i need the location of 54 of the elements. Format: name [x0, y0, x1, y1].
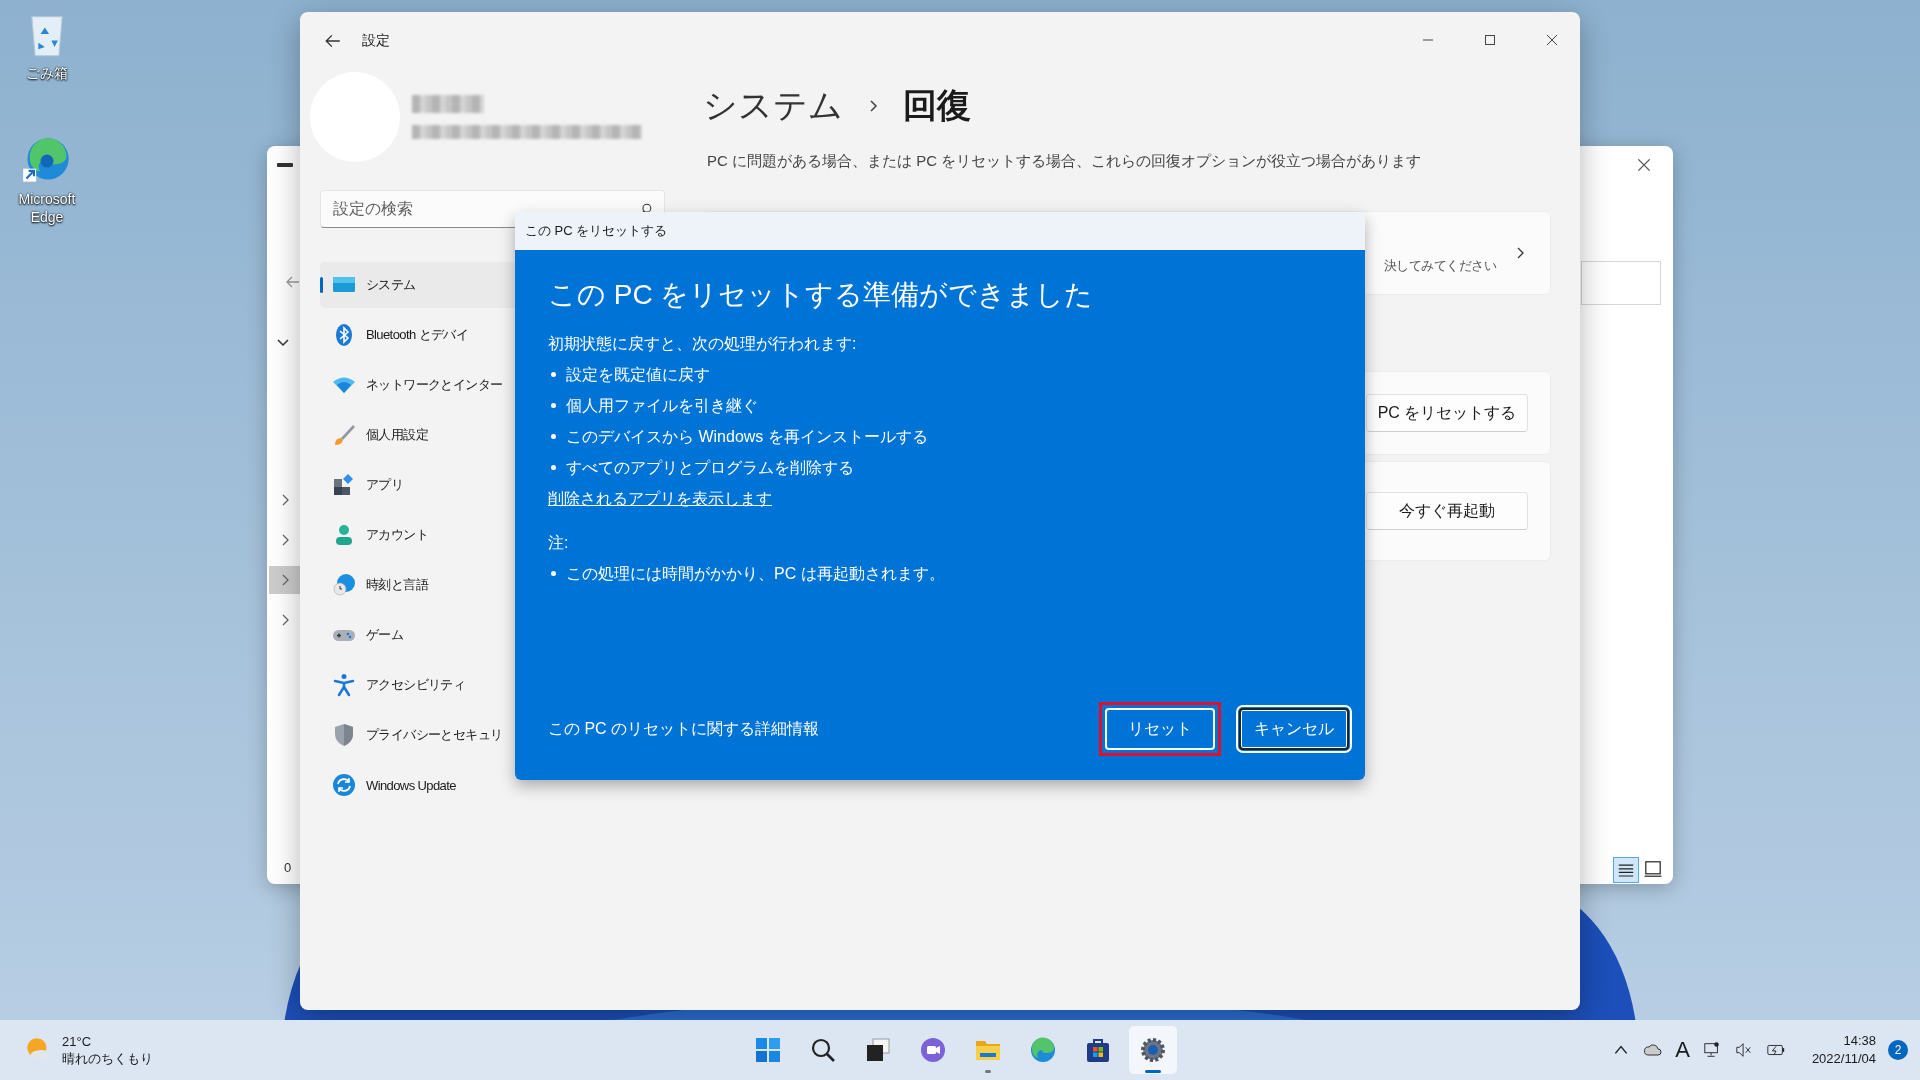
- personalize-icon: [332, 423, 356, 447]
- page-description: PC に問題がある場合、または PC をリセットする場合、これらの回復オプションが役立つ場合があります: [707, 152, 1423, 171]
- info-link[interactable]: この PC のリセットに関する詳細情報: [548, 718, 820, 740]
- details-view-icon[interactable]: [1613, 857, 1639, 883]
- card-button[interactable]: 今すぐ再起動: [1366, 492, 1528, 530]
- list-item: すべてのアプリとプログラムを削除する: [566, 458, 854, 478]
- dialog-button[interactable]: キャンセル: [1239, 708, 1349, 750]
- bullet-icon: [551, 372, 556, 377]
- chat-icon: [918, 1036, 947, 1064]
- bullet-icon: [551, 434, 556, 439]
- display-icon[interactable]: [1701, 1041, 1722, 1059]
- desktop-icon-label: Microsoft Edge: [17, 190, 77, 227]
- privacy-icon: [332, 723, 356, 747]
- close-icon[interactable]: [1544, 32, 1560, 48]
- link[interactable]: 削除されるアプリを表示します: [548, 490, 772, 507]
- window-title: 設定: [362, 32, 390, 50]
- breadcrumb-link[interactable]: システム: [703, 83, 843, 129]
- card-button[interactable]: PC をリセットする: [1366, 394, 1528, 432]
- status-text: 0: [284, 860, 292, 875]
- dialog-text: 初期状態に戻すと、次の処理が行われます:: [548, 334, 858, 354]
- list-item: このデバイスから Windows を再インストールする: [566, 427, 928, 447]
- weather-condition: 晴れのちくもり: [62, 1050, 153, 1067]
- time-icon: [332, 573, 356, 597]
- list-item: 個人用ファイルを引き継ぐ: [566, 396, 758, 416]
- close-icon[interactable]: [1635, 156, 1653, 174]
- bullet-icon: [551, 571, 556, 576]
- maximize-icon[interactable]: [1482, 32, 1498, 48]
- weather-widget[interactable]: 21°C 晴れのちくもり: [0, 1033, 153, 1067]
- input-mode-indicator[interactable]: A: [1675, 1037, 1690, 1063]
- bullet-icon: [551, 403, 556, 408]
- notification-badge[interactable]: 2: [1888, 1040, 1908, 1060]
- dialog-button[interactable]: リセット: [1105, 708, 1215, 750]
- settings-icon: [1138, 1036, 1167, 1064]
- chevron-right-icon[interactable]: [269, 566, 301, 594]
- card-description: 決してみてください: [1383, 257, 1496, 275]
- cloud-icon[interactable]: [1643, 1041, 1664, 1059]
- note-label: 注:: [548, 533, 570, 553]
- desktop-icon-label: ごみ箱: [26, 64, 68, 83]
- temperature: 21°C: [62, 1033, 93, 1050]
- address-field[interactable]: [1581, 261, 1661, 305]
- bullet-icon: [551, 465, 556, 470]
- accessibility-icon: [332, 673, 356, 697]
- clock[interactable]: 14:38 2022/11/04: [1811, 1032, 1876, 1068]
- page-title: 回復: [903, 85, 971, 126]
- start-icon: [753, 1036, 782, 1064]
- back-arrow-icon[interactable]: [324, 32, 342, 50]
- edge-icon: [1028, 1036, 1057, 1064]
- apps-icon: [332, 473, 356, 497]
- list-item: この処理には時間がかかり、PC は再起動されます。: [566, 564, 945, 584]
- muted-speaker-icon[interactable]: [1733, 1041, 1754, 1059]
- list-item: 設定を既定値に戻す: [566, 365, 710, 385]
- update-icon: [332, 773, 356, 797]
- taskbar-button[interactable]: [1128, 1026, 1177, 1074]
- redacted-name: [412, 95, 484, 113]
